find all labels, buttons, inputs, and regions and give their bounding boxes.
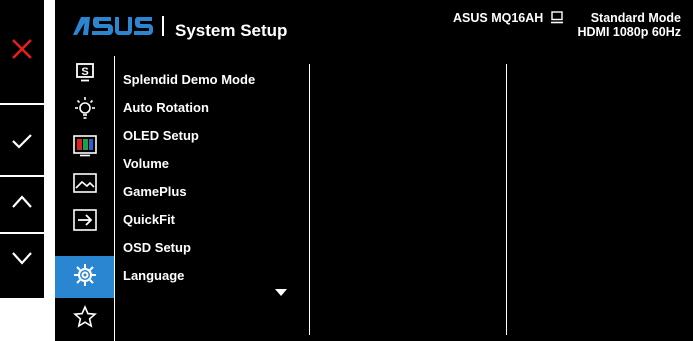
sidebar-item-image[interactable] — [55, 93, 114, 130]
color-bars-icon — [72, 135, 97, 162]
gear-icon — [72, 262, 98, 293]
checkmark-icon — [11, 132, 33, 155]
sidebar-item-myfavorite[interactable] — [55, 301, 114, 338]
splendid-icon: S — [74, 61, 96, 88]
star-icon — [72, 305, 97, 334]
confirm-button[interactable] — [0, 118, 44, 168]
menu-item-splendid-demo-mode[interactable]: Splendid Demo Mode — [123, 72, 255, 87]
chevron-down-icon — [11, 251, 33, 270]
sidebar-item-splendid[interactable]: S — [55, 56, 114, 93]
control-separator — [0, 175, 44, 177]
sidebar-item-color[interactable] — [55, 130, 114, 167]
control-separator — [0, 232, 44, 234]
menu-item-volume[interactable]: Volume — [123, 156, 169, 171]
image-icon — [72, 173, 97, 198]
page-title: System Setup — [175, 21, 288, 40]
chevron-up-icon — [11, 194, 33, 214]
monitor-model: ASUS MQ16AH — [453, 11, 544, 25]
svg-text:S: S — [81, 66, 88, 78]
menu-item-oled-setup[interactable]: OLED Setup — [123, 128, 199, 143]
monitor-icon — [551, 11, 563, 29]
asus-logo — [73, 13, 153, 44]
lightbulb-icon — [72, 96, 98, 127]
menu-item-gameplus[interactable]: GamePlus — [123, 184, 187, 199]
control-separator — [0, 103, 44, 105]
menu-item-osd-setup[interactable]: OSD Setup — [123, 240, 191, 255]
column-divider — [309, 64, 310, 335]
menu-item-auto-rotation[interactable]: Auto Rotation — [123, 100, 209, 115]
up-button[interactable] — [0, 181, 44, 227]
sidebar-item-picture[interactable] — [55, 167, 114, 204]
osd-header: System Setup ASUS MQ16AH Standard Mode H… — [55, 0, 693, 56]
close-icon — [11, 38, 33, 65]
control-strip — [0, 0, 44, 298]
input-select-icon — [72, 209, 97, 236]
sidebar-item-system-setup[interactable] — [55, 256, 114, 298]
down-button[interactable] — [0, 238, 44, 282]
title-separator — [162, 16, 164, 36]
category-sidebar: S — [55, 56, 115, 341]
osd-content: S Splendid Demo Mode Auto Rotation OLED … — [55, 56, 693, 341]
osd-panel: System Setup ASUS MQ16AH Standard Mode H… — [55, 0, 693, 341]
exit-button[interactable] — [0, 23, 44, 79]
display-mode: Standard Mode — [590, 11, 681, 25]
sidebar-item-input[interactable] — [55, 204, 114, 241]
menu-item-quickfit[interactable]: QuickFit — [123, 212, 175, 227]
column-divider — [506, 64, 507, 335]
signal-info: HDMI 1080p 60Hz — [577, 25, 681, 39]
scroll-down-icon[interactable] — [275, 289, 287, 296]
menu-item-language[interactable]: Language — [123, 268, 184, 283]
